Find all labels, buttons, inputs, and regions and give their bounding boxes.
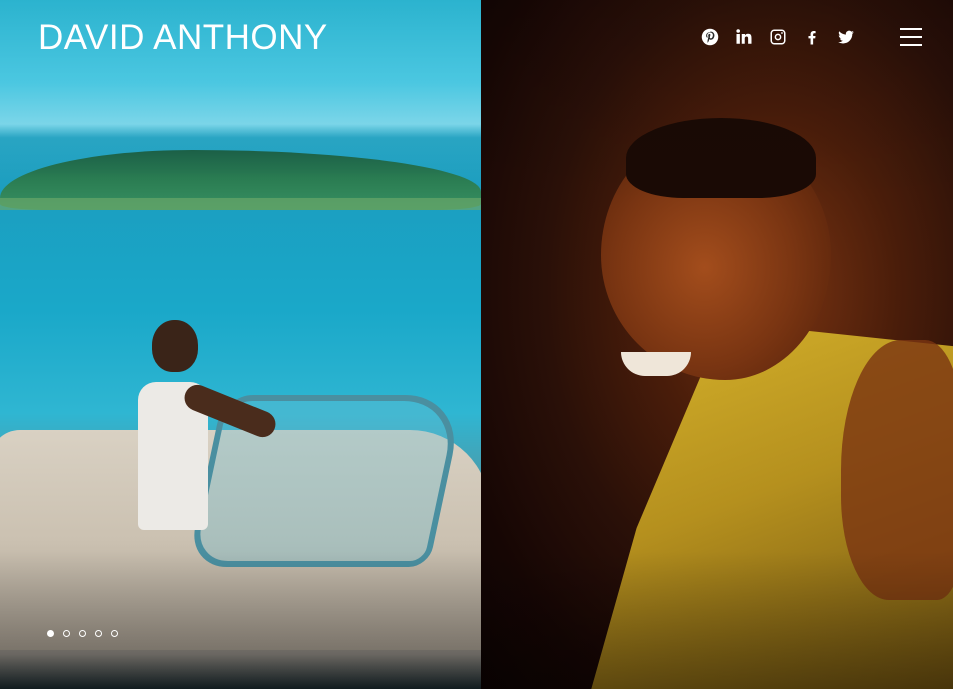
linkedin-icon xyxy=(736,29,752,44)
hair xyxy=(626,118,816,198)
linkedin-link[interactable] xyxy=(734,26,754,48)
instagram-icon xyxy=(770,29,786,45)
facebook-icon xyxy=(808,31,816,45)
twitter-link[interactable] xyxy=(836,26,856,48)
shoreline xyxy=(0,198,481,210)
pinterest-link[interactable] xyxy=(700,26,720,48)
slider-dot-2[interactable] xyxy=(63,630,70,637)
tattooed-shoulder xyxy=(841,340,953,600)
hero-image-left xyxy=(0,0,481,689)
site-title[interactable]: DAVID ANTHONY xyxy=(38,18,328,58)
facebook-link[interactable] xyxy=(802,26,822,48)
hero-image-right xyxy=(481,0,953,689)
man-on-boat xyxy=(138,320,280,530)
hero-slider: DAVID ANTHONY xyxy=(0,0,953,689)
slider-dot-4[interactable] xyxy=(95,630,102,637)
slider-pagination xyxy=(47,630,118,637)
smile xyxy=(621,352,691,376)
instagram-link[interactable] xyxy=(768,26,788,48)
social-links xyxy=(700,26,856,48)
slider-dot-3[interactable] xyxy=(79,630,86,637)
twitter-icon xyxy=(838,30,854,44)
hamburger-menu-icon[interactable] xyxy=(900,28,922,46)
slider-dot-1[interactable] xyxy=(47,630,54,637)
slider-dot-5[interactable] xyxy=(111,630,118,637)
pinterest-icon xyxy=(701,28,719,46)
